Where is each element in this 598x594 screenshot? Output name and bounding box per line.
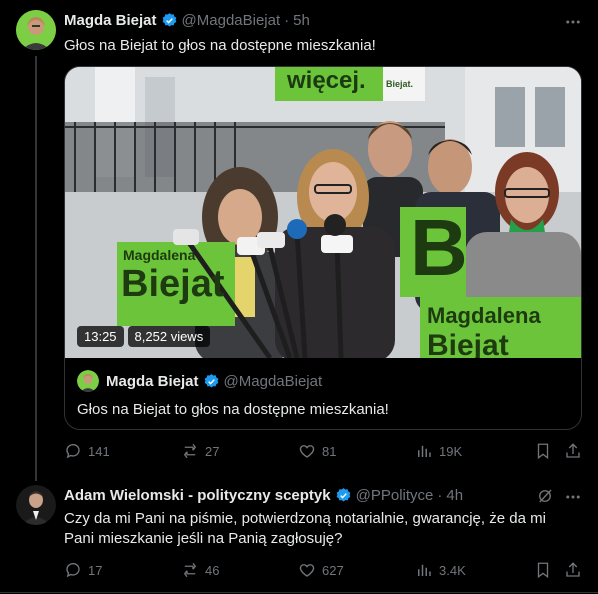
- grok-icon: [539, 489, 552, 503]
- reply-repost-button[interactable]: 46: [181, 561, 219, 579]
- heart-icon: [299, 445, 315, 458]
- reply-verified-badge-icon: [336, 488, 350, 502]
- reply-text: Czy da mi Pani na piśmie, potwierdzoną n…: [64, 510, 546, 547]
- share-button[interactable]: [564, 442, 582, 460]
- reply-like-button[interactable]: 627: [298, 561, 344, 579]
- bottom-divider: [0, 592, 598, 593]
- reply-button[interactable]: 141: [64, 442, 110, 460]
- quoted-author-name: Magda Biejat: [106, 372, 199, 390]
- reply-avatar-image: [16, 485, 56, 525]
- post-action-bar: 141 27 81 19K: [64, 442, 582, 462]
- reply-author-handle[interactable]: @PPolityce: [356, 487, 434, 504]
- share-icon: [566, 443, 580, 458]
- video-views: 8,252 views: [127, 326, 211, 347]
- quoted-avatar-image: [77, 370, 99, 392]
- sign-left-top-text: Magdalena: [123, 247, 196, 263]
- reply-repost-icon: [183, 562, 197, 578]
- avatar-image: [16, 10, 56, 50]
- post-header: Magda Biejat @MagdaBiejat · 5h: [64, 12, 310, 29]
- sign-right-top-text: Magdalena: [427, 303, 541, 328]
- reply-reply-count: 17: [88, 562, 103, 578]
- reply-author-avatar[interactable]: [16, 485, 56, 525]
- reply-time[interactable]: 4h: [446, 487, 463, 504]
- more-options-button[interactable]: [562, 12, 584, 32]
- post-time[interactable]: 5h: [293, 12, 310, 29]
- reply-views-count: 3.4K: [439, 562, 466, 578]
- sign-top-text: więcej.: [287, 67, 366, 94]
- reply-more-options-button[interactable]: [562, 487, 584, 507]
- reply-bookmark-button[interactable]: [534, 561, 552, 579]
- reply-views-button[interactable]: 3.4K: [415, 561, 466, 579]
- author-handle[interactable]: @MagdaBiejat: [182, 12, 281, 29]
- separator-dot: ·: [284, 12, 290, 29]
- quoted-post-body[interactable]: Magda Biejat @MagdaBiejat Głos na Biejat…: [65, 358, 581, 420]
- reply-icon: [66, 444, 80, 459]
- reply-analytics-icon: [418, 564, 431, 576]
- bookmark-icon: [537, 443, 549, 460]
- bookmark-button[interactable]: [534, 442, 552, 460]
- reply-header: Adam Wielomski - polityczny sceptyk @PPo…: [64, 487, 463, 504]
- repost-count: 27: [205, 443, 220, 459]
- reply-count: 141: [88, 443, 110, 459]
- like-button[interactable]: 81: [298, 442, 336, 460]
- reply-separator-dot: ·: [437, 487, 443, 504]
- reply-bookmark-icon: [537, 562, 549, 579]
- reply-share-icon: [566, 562, 580, 577]
- reply-reply-icon: [66, 563, 80, 578]
- reply-share-button[interactable]: [564, 561, 582, 579]
- thread-line: [35, 56, 37, 481]
- reply-like-count: 627: [322, 562, 344, 578]
- author-name[interactable]: Magda Biejat: [64, 12, 157, 29]
- reply-reply-button[interactable]: 17: [64, 561, 102, 579]
- repost-icon: [183, 443, 197, 459]
- sign-top-brand-text: Biejat.: [386, 79, 414, 89]
- analytics-icon: [418, 445, 431, 457]
- video-duration: 13:25: [77, 326, 124, 347]
- verified-badge-icon: [162, 13, 176, 27]
- quoted-verified-badge-icon: [204, 373, 218, 388]
- more-dots-icon: [566, 20, 580, 24]
- sign-right-bottom-text: Biejat: [427, 329, 509, 358]
- reply-more-dots-icon: [566, 495, 580, 499]
- author-avatar[interactable]: [16, 10, 56, 50]
- reply-heart-icon: [299, 564, 315, 577]
- repost-button[interactable]: 27: [181, 442, 219, 460]
- sign-center-text: B: [410, 203, 468, 292]
- sign-left-text: Biejat: [121, 263, 225, 305]
- video-info-badges: 13:25 8,252 views: [77, 326, 211, 347]
- reply-author-name[interactable]: Adam Wielomski - polityczny sceptyk: [64, 487, 331, 504]
- views-count: 19K: [439, 443, 463, 459]
- reply-repost-count: 46: [205, 562, 220, 578]
- quoted-post-card[interactable]: więcej. Biejat. Magdalena Biejat B Magda…: [64, 66, 582, 430]
- post-text: Głos na Biejat to głos na dostępne miesz…: [64, 37, 376, 54]
- like-count: 81: [322, 443, 337, 459]
- views-button[interactable]: 19K: [415, 442, 462, 460]
- quoted-author-handle: @MagdaBiejat: [223, 372, 323, 390]
- quoted-author-avatar: [77, 370, 99, 392]
- quoted-post-header: Magda Biejat @MagdaBiejat: [77, 370, 569, 392]
- reply-action-bar: 17 46 627 3.4K: [64, 561, 582, 581]
- quoted-post-text: Głos na Biejat to głos na dostępne miesz…: [77, 401, 389, 418]
- grok-button[interactable]: [536, 487, 556, 507]
- video-player[interactable]: więcej. Biejat. Magdalena Biejat B Magda…: [65, 67, 581, 358]
